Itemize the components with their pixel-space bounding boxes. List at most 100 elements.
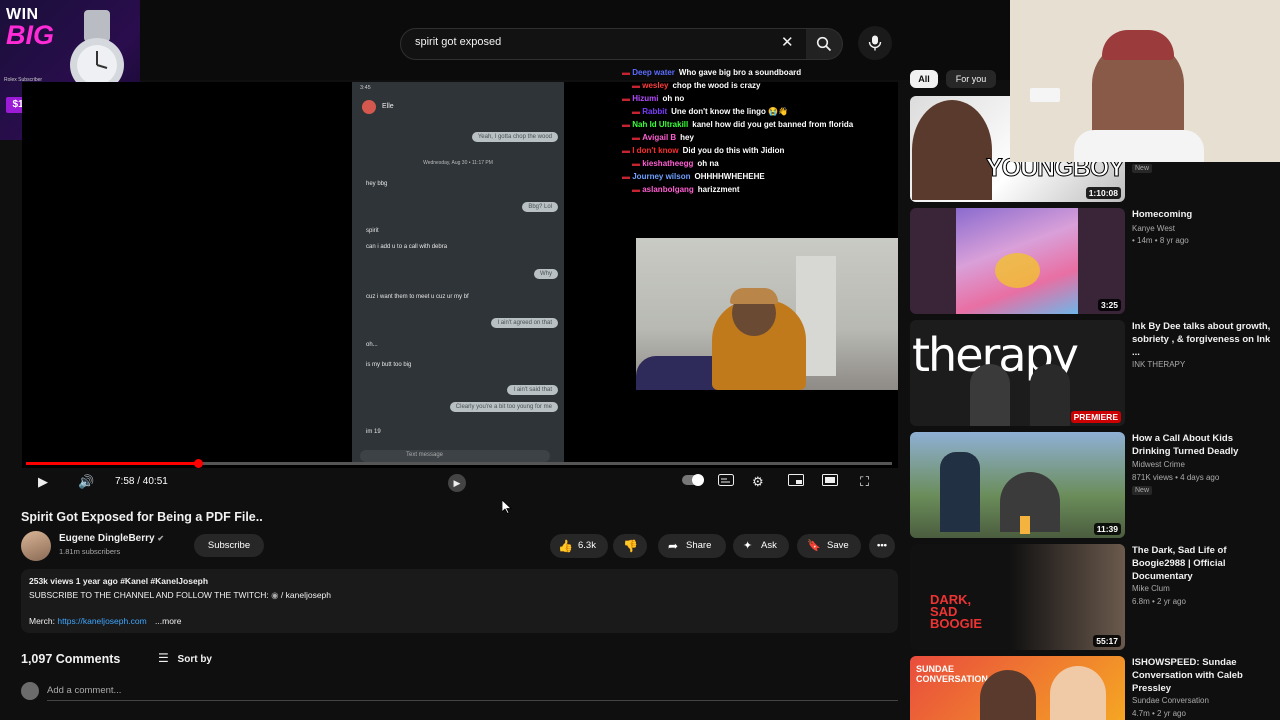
chat-text: OHHHHWHEHEHE	[694, 172, 765, 181]
phone-screenshot: 3:45 Elle Wednesday, Aug 30 • 11:17 PM Y…	[352, 82, 564, 462]
share-icon: ➦	[668, 539, 679, 553]
search-button[interactable]	[806, 28, 843, 60]
sort-label: Sort by	[177, 654, 212, 665]
scrubber-handle[interactable]	[194, 459, 203, 468]
chat-username: Avigail B	[642, 133, 677, 142]
autoplay-toggle[interactable]	[682, 474, 704, 490]
play-icon[interactable]: ▶	[38, 474, 48, 490]
search-input[interactable]: spirit got exposed ✕	[400, 28, 808, 60]
chat-badge-icon: ▬	[622, 120, 633, 129]
mouse-cursor-icon	[502, 500, 512, 514]
channel-avatar[interactable]	[21, 531, 51, 561]
video-duration: 55:17	[1093, 635, 1121, 647]
channel-name[interactable]: Eugene DingleBerry ✔	[59, 533, 164, 544]
video-thumbnail[interactable]: DARK, SAD BOOGIE 55:17	[910, 544, 1125, 650]
chat-message: ▬ wesley chop the wood is crazy	[602, 79, 902, 92]
message-bubble: im 19	[366, 429, 381, 435]
thumbnail-artwork-shape	[995, 253, 1040, 288]
video-channel[interactable]: Midwest Crime	[1132, 460, 1185, 469]
cast-icon[interactable]	[822, 474, 838, 490]
message-date: Wednesday, Aug 30 • 11:17 PM	[423, 160, 493, 166]
share-label: Share	[686, 540, 712, 551]
add-comment-input[interactable]: Add a comment...	[47, 685, 121, 696]
subscribe-button[interactable]: Subscribe	[194, 534, 264, 557]
message-bubble: I ain't said that	[507, 385, 558, 395]
progress-bar[interactable]	[26, 462, 892, 465]
video-title-sidebar[interactable]: The Dark, Sad Life of Boogie2988 | Offic…	[1132, 544, 1272, 583]
video-thumbnail[interactable]: 11:39	[910, 432, 1125, 538]
dislike-button[interactable]: 👎	[613, 534, 647, 558]
video-title: Spirit Got Exposed for Being a PDF File.…	[21, 510, 263, 524]
description-box[interactable]: 253k views 1 year ago #Kanel #KanelJosep…	[21, 569, 898, 633]
video-title-sidebar[interactable]: Homecoming	[1132, 208, 1272, 221]
sort-icon: ☰	[158, 651, 169, 665]
save-button[interactable]: 🔖 Save	[797, 534, 861, 558]
chat-text: kanel how did you get banned from florid…	[692, 120, 854, 129]
video-channel[interactable]: Sundae Conversation	[1132, 696, 1209, 705]
more-actions-button[interactable]: •••	[869, 534, 895, 558]
chip-for-you[interactable]: For you	[946, 70, 996, 88]
comments-count: 1,097 Comments	[21, 652, 121, 666]
video-thumbnail[interactable]: 3:25	[910, 208, 1125, 314]
ad-headline-big: BIG	[6, 20, 55, 50]
thumbnail-bottle	[1020, 516, 1030, 534]
chat-username: aslanbolgang	[642, 185, 694, 194]
volume-icon[interactable]: 🔊	[78, 474, 94, 490]
twitch-icon: ◉	[271, 590, 281, 600]
center-play-icon[interactable]: ▶	[448, 474, 466, 492]
streamer-webcam	[636, 238, 898, 390]
user-avatar	[21, 682, 39, 700]
video-title-sidebar[interactable]: How a Call About Kids Drinking Turned De…	[1132, 432, 1272, 458]
message-bubble: cuz i want them to meet u cuz ur my bf	[366, 294, 469, 300]
contact-name: Elle	[382, 103, 394, 110]
video-title-sidebar[interactable]: Ink By Dee talks about growth, sobriety …	[1132, 320, 1272, 359]
chat-badge-icon: ▬	[622, 172, 633, 181]
like-count: 6.3k	[578, 540, 596, 551]
show-more-link[interactable]: ...more	[155, 616, 181, 626]
chip-all[interactable]: All	[910, 70, 938, 88]
miniplayer-icon[interactable]	[788, 474, 804, 490]
video-thumbnail[interactable]: SUNDAE CONVERSATION	[910, 656, 1125, 720]
video-channel[interactable]: INK THERAPY	[1132, 360, 1185, 369]
clear-search-icon[interactable]: ✕	[781, 33, 794, 51]
text-message-placeholder: Text message	[406, 452, 444, 458]
creator-towel	[1074, 130, 1204, 162]
stream-chat: ▬ Deep water Who gave big bro a soundboar…	[602, 66, 902, 196]
ask-button[interactable]: ✦ Ask	[733, 534, 789, 558]
sort-comments-button[interactable]: ☰ Sort by	[158, 651, 212, 665]
message-bubble: spirit	[366, 228, 379, 234]
video-channel[interactable]: Kanye West	[1132, 224, 1175, 233]
chat-message: ▬ Journey wilson OHHHHWHEHEHE	[602, 170, 902, 183]
chat-username: Hizumi	[632, 94, 659, 103]
chat-text: harizzment	[697, 185, 740, 194]
air-conditioner	[1030, 88, 1060, 102]
message-bubble: Why	[534, 269, 558, 279]
video-title-sidebar[interactable]: ISHOWSPEED: Sundae Conversation with Cal…	[1132, 656, 1272, 695]
streamer-beanie	[730, 288, 778, 304]
view-stats: 253k views 1 year ago #Kanel #KanelJosep…	[29, 576, 209, 586]
twitch-link[interactable]: / kaneljoseph	[281, 590, 331, 600]
chat-badge-icon: ▬	[632, 81, 643, 90]
thumbnail-person	[1030, 364, 1070, 426]
contact-avatar	[362, 100, 376, 114]
phone-status-time: 3:45	[360, 85, 371, 91]
video-player[interactable]: 3:45 Elle Wednesday, Aug 30 • 11:17 PM Y…	[22, 68, 898, 468]
message-bubble: Bbg? Lol	[522, 202, 558, 212]
chat-text: Une don't know the lingo 😭👋	[671, 107, 789, 116]
fullscreen-icon[interactable]: ⛶	[860, 474, 869, 490]
thumbnail-person	[940, 452, 980, 532]
video-channel[interactable]: Mike Clum	[1132, 584, 1170, 593]
new-badge: New	[1132, 486, 1153, 495]
video-thumbnail[interactable]: therapy PREMIERE	[910, 320, 1125, 426]
chat-badge-icon: ▬	[632, 107, 643, 116]
voice-search-button[interactable]	[858, 26, 892, 60]
settings-gear-icon[interactable]: ⚙	[752, 474, 764, 490]
sparkle-icon: ✦	[743, 540, 753, 552]
share-button[interactable]: ➦ Share	[658, 534, 726, 558]
like-button[interactable]: 👍 6.3k	[550, 534, 608, 558]
merch-link[interactable]: https://kaneljoseph.com	[57, 616, 146, 626]
message-bubble: can i add u to a call with debra	[366, 244, 448, 250]
progress-played	[26, 462, 195, 465]
captions-icon[interactable]	[718, 474, 734, 490]
thumbnail-person	[912, 100, 992, 200]
